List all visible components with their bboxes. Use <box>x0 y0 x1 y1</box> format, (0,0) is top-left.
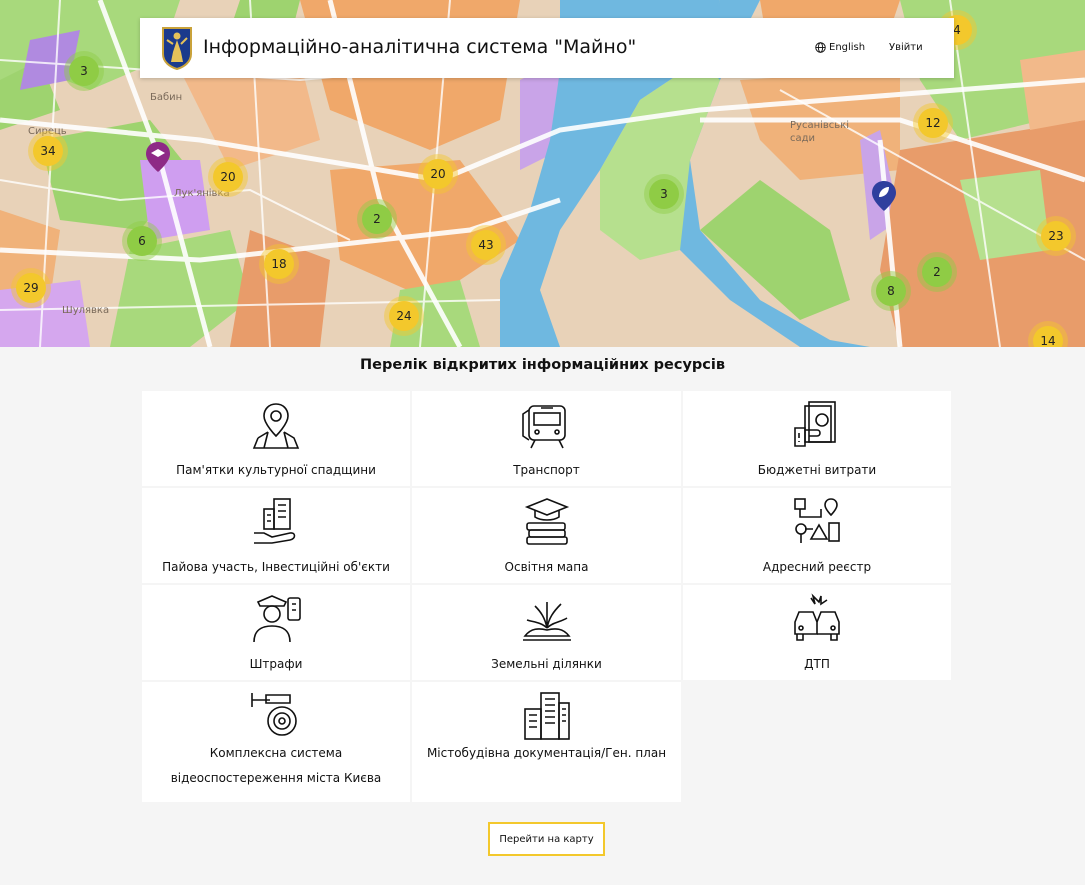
language-switch[interactable]: English <box>815 42 865 53</box>
building-hand-icon <box>254 498 296 544</box>
resource-card-land[interactable]: Земельні ділянки <box>412 585 681 680</box>
car-crash-icon <box>794 593 840 641</box>
resource-card-cctv[interactable]: Комплексна система відеоспостереження мі… <box>142 682 410 802</box>
map-place-label: Бабин <box>150 92 183 103</box>
map-cluster-marker[interactable]: 8 <box>876 276 906 306</box>
map-cluster-marker[interactable]: 24 <box>389 301 419 331</box>
map-pin-icon <box>252 403 300 449</box>
map-cluster-marker[interactable]: 20 <box>423 159 453 189</box>
metro-train-icon <box>521 405 566 449</box>
header-bar: Інформаційно-аналітична система "Майно" … <box>140 18 954 78</box>
resource-card-heritage[interactable]: Пам'ятки культурної спадщини <box>142 391 410 486</box>
leaf-pin-icon[interactable] <box>872 181 896 211</box>
map-cluster-marker[interactable]: 2 <box>922 257 952 287</box>
resource-label: Містобудівна документація/Ген. план <box>426 746 667 760</box>
map-cluster-marker[interactable]: 23 <box>1041 221 1071 251</box>
resource-label: Адресний реєстр <box>762 560 872 574</box>
police-officer-icon <box>253 595 301 643</box>
city-buildings-icon <box>523 692 570 740</box>
university-pin-icon[interactable] <box>146 142 170 172</box>
resource-label: Комплексна система відеоспостереження мі… <box>170 746 382 785</box>
resource-label: Освітня мапа <box>504 560 589 574</box>
map-cluster-marker[interactable]: 3 <box>69 56 99 86</box>
address-route-icon <box>794 498 840 543</box>
resource-label: Пайова участь, Інвестиційні об'єкти <box>162 560 390 574</box>
money-hand-icon <box>794 401 836 447</box>
resource-card-education[interactable]: Освітня мапа <box>412 488 681 583</box>
resources-grid: Пам'ятки культурної спадщини Транспорт Б… <box>142 391 951 802</box>
resource-card-fines[interactable]: Штрафи <box>142 585 410 680</box>
resource-label: ДТП <box>804 657 830 671</box>
map-cluster-marker[interactable]: 12 <box>918 108 948 138</box>
map-cluster-marker[interactable]: 3 <box>649 179 679 209</box>
map-cluster-marker[interactable]: 34 <box>33 136 63 166</box>
resource-label: Транспорт <box>513 463 580 477</box>
cctv-camera-icon <box>251 693 297 736</box>
resource-label: Земельні ділянки <box>491 657 602 671</box>
map-cluster-marker[interactable]: 29 <box>16 273 46 303</box>
map-cluster-marker[interactable]: 2 <box>362 204 392 234</box>
resource-label: Бюджетні витрати <box>757 463 877 477</box>
resource-card-city-planning[interactable]: Містобудівна документація/Ген. план <box>412 682 681 802</box>
resource-label: Штрафи <box>249 657 303 671</box>
page-title: Інформаційно-аналітична система "Майно" <box>203 36 637 58</box>
map-cluster-marker[interactable]: 43 <box>471 230 501 260</box>
resource-label: Пам'ятки культурної спадщини <box>176 463 376 477</box>
login-link[interactable]: Увійти <box>889 42 923 53</box>
map-cluster-marker[interactable]: 18 <box>264 249 294 279</box>
land-plant-icon <box>522 602 571 641</box>
resource-card-transport[interactable]: Транспорт <box>412 391 681 486</box>
go-to-map-button[interactable]: Перейти на карту <box>488 822 605 856</box>
graduation-books-icon <box>524 498 569 545</box>
globe-icon <box>815 42 826 53</box>
map-cluster-marker[interactable]: 20 <box>213 162 243 192</box>
resource-card-address[interactable]: Адресний реєстр <box>683 488 951 583</box>
section-title: Перелік відкритих інформаційних ресурсів <box>359 357 726 373</box>
resource-card-budget[interactable]: Бюджетні витрати <box>683 391 951 486</box>
kyiv-coat-of-arms-logo[interactable] <box>161 26 193 70</box>
resource-card-investment[interactable]: Пайова участь, Інвестиційні об'єкти <box>142 488 410 583</box>
map-cluster-marker[interactable]: 6 <box>127 226 157 256</box>
map-place-label: Шулявка <box>62 305 110 316</box>
language-label: English <box>829 42 866 53</box>
resource-card-accidents[interactable]: ДТП <box>683 585 951 680</box>
map-place-label: Русанівські сади <box>790 120 849 144</box>
